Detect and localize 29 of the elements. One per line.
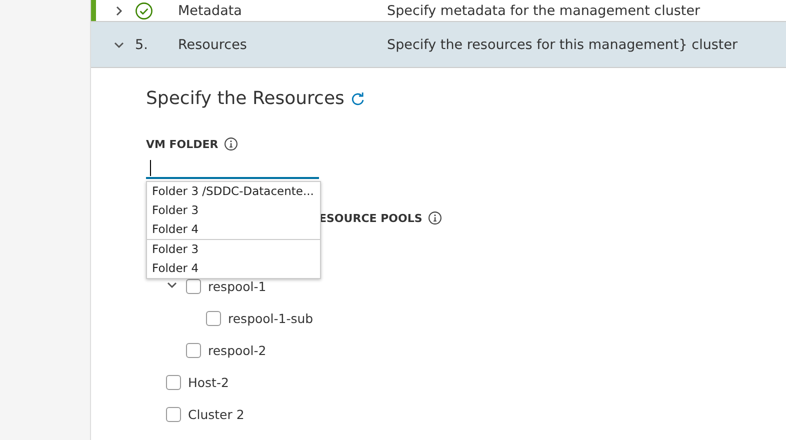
step-description: Specify metadata for the management cluster: [387, 2, 700, 18]
wizard-step[interactable]: 5. Resources Specify the resources for this management} cluster: [91, 22, 786, 68]
checkbox[interactable]: [186, 278, 201, 294]
step-number: 5.: [135, 36, 148, 52]
section-title: Specify the Resources: [146, 88, 344, 109]
info-icon: [224, 137, 238, 151]
checkbox[interactable]: [166, 374, 181, 390]
dropdown-option[interactable]: Folder 4: [147, 220, 320, 239]
tree-item-label: respool-2: [208, 342, 266, 358]
step-title: Metadata: [178, 2, 242, 18]
tree-item-label: Cluster 2: [188, 406, 244, 422]
field-label: VM FOLDER: [146, 138, 218, 150]
info-icon: [428, 211, 442, 225]
field-label: ESOURCE POOLS: [319, 212, 422, 224]
check-circle-icon: [135, 2, 153, 20]
completed-bar: [91, 0, 96, 21]
checkbox[interactable]: [206, 310, 221, 326]
checkbox[interactable]: [166, 406, 181, 422]
tree-item-label: Host-2: [188, 374, 229, 390]
dropdown-option[interactable]: Folder 3: [147, 240, 320, 259]
refresh-icon[interactable]: [350, 90, 366, 106]
tree-item-label: respool-1-sub: [228, 310, 314, 326]
step-title: Resources: [178, 36, 247, 52]
dropdown-option[interactable]: Folder 3: [147, 201, 320, 220]
step-description: Specify the resources for this management} cluster: [387, 36, 738, 52]
dropdown-option[interactable]: Folder 3 /SDDC-Datacente...: [147, 182, 320, 201]
tree-item-label: respool-1: [208, 278, 266, 294]
dropdown-option[interactable]: Folder 4: [147, 259, 320, 278]
checkbox[interactable]: [186, 342, 201, 358]
